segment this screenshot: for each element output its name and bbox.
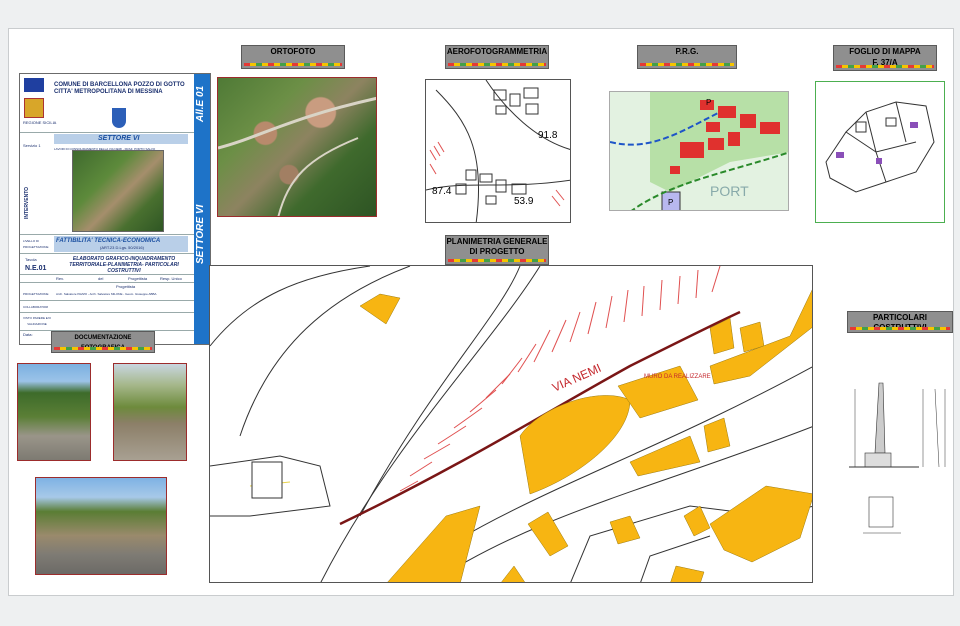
drawing-sheet: REGIONE SICILIA COMUNE DI BARCELLONA POZ…: [8, 28, 954, 596]
ortofoto-roads: [218, 96, 376, 216]
intervento-label: INTERVENTO: [24, 186, 30, 219]
quota-87-4: 87.4: [432, 186, 452, 197]
prg-p2: P: [668, 198, 674, 207]
site-thumbnail-photo: [72, 150, 164, 232]
planimetria-drawing: [210, 266, 812, 582]
foglio-drawing: [825, 101, 935, 193]
citta-name: CITTA' METROPOLITANA DI MESSINA: [54, 89, 163, 95]
comune-name: COMUNE DI BARCELLONA POZZO DI GOTTO: [54, 82, 185, 88]
fase-label: FATTIBILITA' TECNICA-ECONOMICA: [56, 238, 161, 244]
site-photo-2: [113, 363, 187, 461]
aerofoto-map: 91.8 87.4 53.9: [425, 79, 571, 223]
svg-text:PORT: PORT: [710, 183, 749, 199]
progettista-label: Progettista: [116, 284, 136, 289]
data-label: Data:: [23, 332, 33, 337]
visto-label: VISTO PARERE E/O VALIDAZIONE: [23, 316, 51, 326]
prg-p1: P: [706, 98, 712, 107]
fase-note: (ART.23 D.Lgs. 50/2016): [100, 245, 144, 250]
quota-91-8: 91.8: [538, 130, 558, 141]
regione-label: REGIONE SICILIA: [23, 120, 57, 125]
particolari-detail: [849, 373, 953, 543]
prg-drawing: PORT: [610, 92, 788, 210]
vertical-blue-bar: All.E 01 SETTORE VI: [194, 74, 210, 344]
progettisti-names: Arch. Salvatore PAZZO - Arch. Salvatore …: [56, 292, 157, 296]
tavola-number: N.E.01: [25, 265, 47, 272]
documentazione-label: DOCUMENTAZIONE FOTOGRAFICA: [51, 331, 155, 353]
site-photo-3: [35, 477, 167, 575]
livello-label: LIVELLO DI PROGETTAZIONE: [23, 239, 49, 249]
aerofoto-drawing: [426, 80, 570, 222]
progettazione-label: PROGETTAZIONE: [23, 292, 49, 296]
aerofoto-label: AEROFOTOGRAMMETRIA: [445, 45, 549, 69]
planimetria-plan: VIA NEMI MURO DA REALIZZARE: [209, 265, 813, 583]
ortofoto-image: [217, 77, 377, 217]
foglio-map: [815, 81, 945, 223]
prg-map: PORT P P: [609, 91, 789, 211]
planimetria-label: PLANIMETRIA GENERALE DI PROGETTO: [445, 235, 549, 265]
prg-label: P.R.G.: [637, 45, 737, 69]
settore-vertical-label: SETTORE VI: [195, 204, 206, 264]
coat-of-arms-icon: [112, 108, 126, 128]
particolari-label: PARTICOLARI COSTRUTTIVI: [847, 311, 953, 333]
allegato-label: All.E 01: [195, 85, 206, 122]
quota-53-9: 53.9: [514, 196, 534, 207]
settore-label: SETTORE VI: [98, 135, 140, 142]
site-photo-1: [17, 363, 91, 461]
servizio-label: Servizio 1: [23, 143, 41, 148]
elaborato-text: ELABORATO GRAFICO-INQUADRAMENTO TERRITOR…: [69, 256, 179, 274]
foglio-label: FOGLIO DI MAPPA F. 37/A: [833, 45, 937, 71]
sicily-logo-icon: [24, 98, 44, 118]
muro-label: MURO DA REALIZZARE: [644, 374, 711, 380]
title-block: REGIONE SICILIA COMUNE DI BARCELLONA POZ…: [19, 73, 211, 345]
ortofoto-label: ORTOFOTO: [241, 45, 345, 69]
tavola-label: Tavola: [25, 257, 37, 262]
particolari-drawing: [849, 382, 946, 534]
collaboratori-label: COLLABORATORI: [23, 305, 49, 309]
eu-flag-icon: [24, 78, 44, 92]
